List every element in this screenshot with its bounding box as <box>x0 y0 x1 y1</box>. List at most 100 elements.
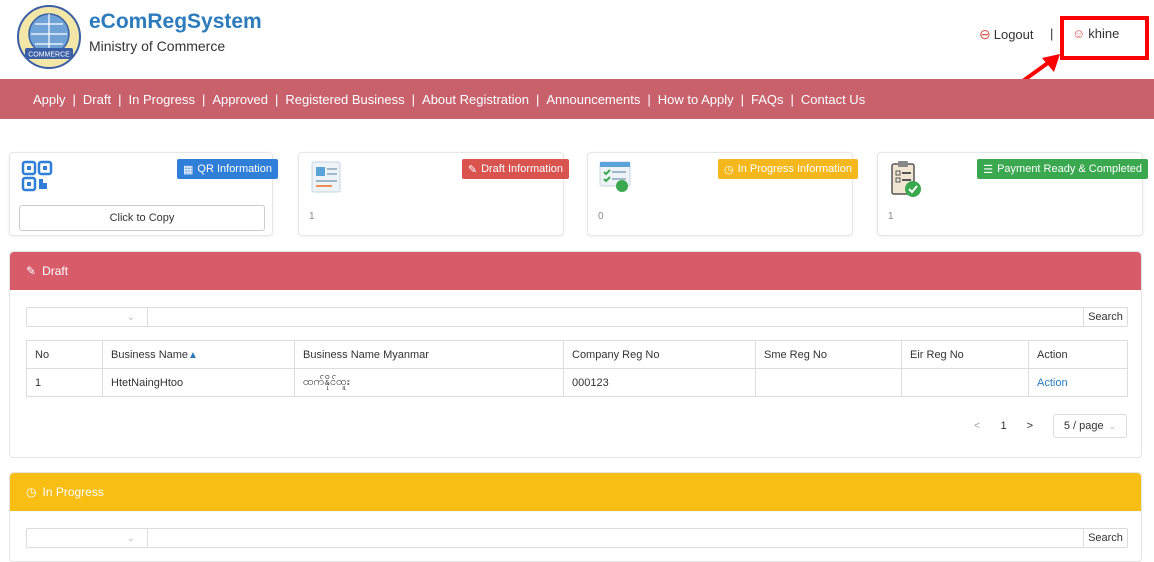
page-size-label: 5 / page <box>1063 420 1104 432</box>
draft-info-card[interactable]: ✎ Draft Information 1 <box>298 152 569 236</box>
nav-separator: | <box>647 91 651 107</box>
brand-subtitle: Ministry of Commerce <box>89 38 226 54</box>
header: COMMERCE eComRegSystem Ministry of Comme… <box>0 0 1154 98</box>
next-page-button[interactable]: > <box>1027 420 1033 432</box>
in-progress-info-label: In Progress Information <box>737 163 852 175</box>
sort-asc-icon[interactable]: ▲ <box>188 350 198 361</box>
click-to-copy-button[interactable]: Click to Copy <box>19 205 265 231</box>
nav-in-progress[interactable]: In Progress <box>128 92 194 107</box>
prev-page-button[interactable]: < <box>974 420 980 432</box>
logout-button[interactable]: ⊖ Logout <box>979 26 1034 43</box>
nav-separator: | <box>118 91 122 107</box>
cell-business-name: HtetNaingHtoo <box>102 368 295 397</box>
in-progress-search-input[interactable] <box>148 529 1083 547</box>
draft-search-button[interactable]: Search <box>1083 308 1127 326</box>
payment-count: 1 <box>888 211 894 222</box>
draft-search-input[interactable] <box>148 308 1083 326</box>
document-icon <box>311 161 341 193</box>
chevron-down-icon: ⌄ <box>1108 420 1117 431</box>
checklist-icon <box>599 161 631 192</box>
clock-icon: ◷ <box>724 163 734 176</box>
qr-info-card: ▦ QR Information Click to Copy <box>9 152 278 236</box>
current-page[interactable]: 1 <box>1000 420 1006 432</box>
user-icon: ☺ <box>1072 26 1086 41</box>
col-no: No <box>26 340 103 369</box>
col-action: Action <box>1028 340 1128 369</box>
cell-business-name-myanmar: ထက်နိုင်ထူး <box>294 368 564 397</box>
action-link[interactable]: Action <box>1037 377 1068 389</box>
nav-separator: | <box>201 91 206 107</box>
in-progress-info-card[interactable]: ◷ In Progress Information 0 <box>587 152 858 236</box>
payment-info-card[interactable]: ☰ Payment Ready & Completed 1 <box>877 152 1148 236</box>
in-progress-panel-title: In Progress <box>42 485 104 499</box>
draft-panel-header: ✎ Draft <box>10 252 1141 290</box>
draft-filter-select[interactable]: ⌄ <box>27 308 148 326</box>
table-row: 1 HtetNaingHtoo ထက်နိုင်ထူး 000123 Actio… <box>26 368 1128 397</box>
logout-icon: ⊖ <box>979 26 991 42</box>
cell-eir-reg-no <box>901 368 1029 397</box>
cell-sme-reg-no <box>755 368 902 397</box>
logo-text: COMMERCE <box>28 52 70 59</box>
nav-separator: | <box>411 91 416 107</box>
nav-about-registration[interactable]: About Registration <box>422 92 529 107</box>
in-progress-filter-bar: ⌄ Search <box>26 528 1128 548</box>
nav-separator: | <box>740 91 744 107</box>
logout-label: Logout <box>993 27 1034 42</box>
main-nav: Apply | Draft | In Progress | Approved |… <box>0 79 1154 119</box>
in-progress-panel: ◷ In Progress ⌄ Search <box>9 472 1142 562</box>
col-business-name-myanmar: Business Name Myanmar <box>294 340 564 369</box>
user-menu[interactable]: ☺ khine <box>1072 26 1119 41</box>
draft-info-label: Draft Information <box>481 163 563 175</box>
nav-how-to-apply[interactable]: How to Apply <box>658 92 734 107</box>
username: khine <box>1088 26 1120 41</box>
page-size-select[interactable]: 5 / page ⌄ <box>1053 414 1127 438</box>
qr-info-badge: ▦ QR Information <box>177 159 278 179</box>
draft-panel: ✎ Draft ⌄ Search No Business Name▲ Busin… <box>9 251 1142 458</box>
header-separator: | <box>1050 26 1054 41</box>
draft-pagination: < 1 > 5 / page ⌄ <box>974 414 1127 438</box>
in-progress-search-button[interactable]: Search <box>1083 529 1127 547</box>
draft-panel-title: Draft <box>42 264 69 278</box>
cell-company-reg-no: 000123 <box>563 368 756 397</box>
draft-info-badge: ✎ Draft Information <box>461 159 569 179</box>
list-icon: ☰ <box>983 163 994 176</box>
edit-icon: ✎ <box>467 163 478 176</box>
nav-announcements[interactable]: Announcements <box>546 92 640 107</box>
clock-icon: ◷ <box>26 485 37 499</box>
col-sme-reg-no: Sme Reg No <box>755 340 902 369</box>
cell-no: 1 <box>26 368 103 397</box>
nav-faqs[interactable]: FAQs <box>751 92 784 107</box>
in-progress-count: 0 <box>598 211 604 222</box>
edit-icon: ✎ <box>26 264 37 278</box>
col-eir-reg-no: Eir Reg No <box>901 340 1029 369</box>
chevron-down-icon: ⌄ <box>126 311 135 323</box>
ministry-logo: COMMERCE <box>17 5 81 69</box>
table-header-row: No Business Name▲ Business Name Myanmar … <box>26 340 1128 369</box>
nav-separator: | <box>275 91 279 107</box>
chevron-down-icon: ⌄ <box>126 532 135 544</box>
nav-separator: | <box>535 91 540 107</box>
nav-separator: | <box>790 91 794 107</box>
nav-registered-business[interactable]: Registered Business <box>285 92 404 107</box>
in-progress-filter-select[interactable]: ⌄ <box>27 529 148 547</box>
cell-action: Action <box>1028 368 1128 397</box>
payment-info-label: Payment Ready & Completed <box>997 163 1142 175</box>
draft-count: 1 <box>309 211 315 222</box>
nav-draft[interactable]: Draft <box>83 92 111 107</box>
qr-code-icon <box>21 160 53 192</box>
clipboard-check-icon <box>891 161 921 197</box>
nav-approved[interactable]: Approved <box>212 92 268 107</box>
col-business-name[interactable]: Business Name▲ <box>102 340 295 369</box>
brand-title: eComRegSystem <box>89 10 262 33</box>
qr-info-label: QR Information <box>197 163 272 175</box>
draft-filter-bar: ⌄ Search <box>26 307 1128 327</box>
nav-contact-us[interactable]: Contact Us <box>801 92 865 107</box>
nav-apply[interactable]: Apply <box>33 92 66 107</box>
in-progress-info-badge: ◷ In Progress Information <box>718 159 858 179</box>
in-progress-panel-header: ◷ In Progress <box>10 473 1141 511</box>
qr-small-icon: ▦ <box>183 163 194 176</box>
payment-info-badge: ☰ Payment Ready & Completed <box>977 159 1148 179</box>
col-company-reg-no: Company Reg No <box>563 340 756 369</box>
draft-table: No Business Name▲ Business Name Myanmar … <box>26 340 1128 397</box>
col-business-name-label: Business Name <box>111 348 189 361</box>
